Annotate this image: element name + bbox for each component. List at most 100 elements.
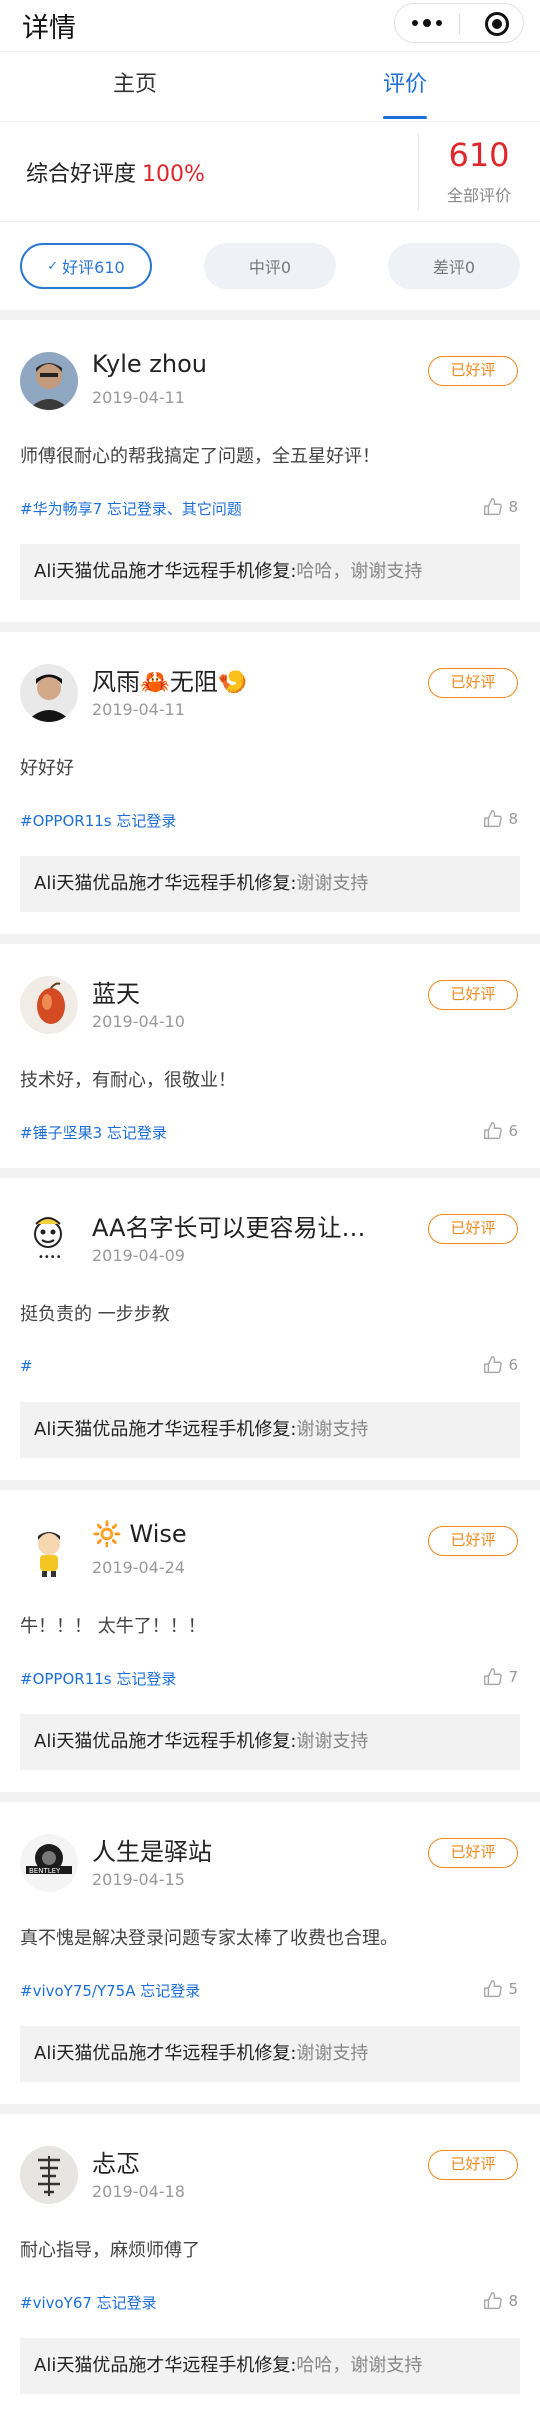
review-content: 技术好，有耐心，很敬业！ xyxy=(20,1070,236,1091)
filter-neutral[interactable]: 中评0 xyxy=(204,243,336,289)
filter-negative[interactable]: 差评0 xyxy=(388,243,520,289)
like-button[interactable]: 8 xyxy=(482,808,518,830)
merchant-reply: Ali天猫优品施才华远程手机修复:谢谢支持 xyxy=(20,2026,520,2082)
thumbs-up-icon xyxy=(484,1668,503,1686)
like-button[interactable]: 5 xyxy=(482,1978,518,2000)
like-count: 7 xyxy=(508,1668,518,1686)
review-date: 2019-04-18 xyxy=(92,2182,185,2201)
svg-text:••••: •••• xyxy=(38,1252,62,1263)
thumbs-up-icon xyxy=(484,1356,503,1374)
review-content: 牛！！！ 太牛了！！！ xyxy=(20,1616,206,1637)
reviewer-name: 风雨🦀无阻🍤 xyxy=(92,668,248,696)
review-meta: #OPPOR11s 忘记登录 7 xyxy=(20,1668,520,1692)
review-content: 好好好 xyxy=(20,758,74,779)
service-tag[interactable]: #vivoY75/Y75A 忘记登录 xyxy=(20,1982,200,2000)
reply-text: 哈哈，谢谢支持 xyxy=(296,561,423,582)
rating-label: 综合好评度 100% xyxy=(26,156,205,188)
review-date: 2019-04-15 xyxy=(92,1870,185,1889)
rating-percent: 100% xyxy=(142,162,205,187)
reviewer-name: 🔆 Wise xyxy=(92,1520,187,1548)
status-badge: 已好评 xyxy=(428,1838,518,1868)
review-card: Kyle zhou 2019-04-11 已好评 师傅很耐心的帮我搞定了问题，全… xyxy=(0,320,540,622)
reviewer-name: 人生是驿站 xyxy=(92,1838,212,1866)
close-icon[interactable] xyxy=(485,12,509,36)
reviewer-name: 忐忑 xyxy=(92,2150,140,2178)
thumbs-up-icon xyxy=(484,2292,503,2310)
review-content: 耐心指导，麻烦师傅了 xyxy=(20,2240,200,2261)
status-badge: 已好评 xyxy=(428,356,518,386)
review-filters: ✓ 好评610 中评0 差评0 xyxy=(0,222,540,310)
service-tag[interactable]: #锤子坚果3 忘记登录 xyxy=(20,1124,167,1142)
avatar xyxy=(20,352,78,410)
review-card: 🔆 Wise 2019-04-24 已好评 牛！！！ 太牛了！！！ #OPPOR… xyxy=(0,1490,540,1792)
page-title: 详情 xyxy=(22,13,76,44)
like-button[interactable]: 7 xyxy=(482,1666,518,1688)
review-content: 真不愧是解决登录问题专家太棒了收费也合理。 xyxy=(20,1928,398,1949)
review-meta: #vivoY75/Y75A 忘记登录 5 xyxy=(20,1980,520,2004)
like-count: 8 xyxy=(508,498,518,516)
filter-negative-label: 差评0 xyxy=(432,258,476,277)
merchant-reply: Ali天猫优品施才华远程手机修复:谢谢支持 xyxy=(20,856,520,912)
review-card: 忐忑 2019-04-18 已好评 耐心指导，麻烦师傅了 #vivoY67 忘记… xyxy=(0,2114,540,2416)
check-icon: ✓ xyxy=(47,258,59,274)
review-meta: #OPPOR11s 忘记登录 8 xyxy=(20,810,520,834)
avatar xyxy=(20,2146,78,2204)
service-tag[interactable]: # xyxy=(20,1357,33,1375)
avatar: •••• xyxy=(20,1210,78,1268)
review-content: 师傅很耐心的帮我搞定了问题，全五星好评！ xyxy=(20,446,380,467)
thumbs-up-icon xyxy=(484,1980,503,1998)
like-count: 6 xyxy=(508,1122,518,1140)
nav-bar: 详情 xyxy=(0,0,540,52)
reply-text: 谢谢支持 xyxy=(296,2043,369,2064)
tab-reviews[interactable]: 评价 xyxy=(270,52,540,121)
reviewer-name: 蓝天 xyxy=(92,980,140,1008)
like-button[interactable]: 6 xyxy=(482,1120,518,1142)
like-count: 6 xyxy=(508,1356,518,1374)
review-date: 2019-04-11 xyxy=(92,700,185,719)
review-meta: #锤子坚果3 忘记登录 6 xyxy=(20,1122,520,1146)
review-date: 2019-04-09 xyxy=(92,1246,185,1265)
rating-label-text: 综合好评度 xyxy=(26,162,137,187)
filter-positive[interactable]: ✓ 好评610 xyxy=(20,243,152,289)
reply-author: Ali天猫优品施才华远程手机修复: xyxy=(34,2355,297,2376)
service-tag[interactable]: #OPPOR11s 忘记登录 xyxy=(20,1670,176,1688)
reply-author: Ali天猫优品施才华远程手机修复: xyxy=(34,561,297,582)
thumbs-up-icon xyxy=(484,1122,503,1140)
mini-program-capsule xyxy=(394,3,524,43)
status-badge: 已好评 xyxy=(428,2150,518,2180)
like-count: 8 xyxy=(508,2292,518,2310)
status-badge: 已好评 xyxy=(428,668,518,698)
like-count: 5 xyxy=(508,1980,518,1998)
svg-text:BENTLEY: BENTLEY xyxy=(29,1867,61,1875)
review-card: BENTLEY 人生是驿站 2019-04-15 已好评 真不愧是解决登录问题专… xyxy=(0,1802,540,2104)
merchant-reply: Ali天猫优品施才华远程手机修复:谢谢支持 xyxy=(20,1714,520,1770)
like-button[interactable]: 8 xyxy=(482,2290,518,2312)
status-badge: 已好评 xyxy=(428,980,518,1010)
like-count: 8 xyxy=(508,810,518,828)
rating-summary: 综合好评度 100% 610 全部评价 xyxy=(0,122,540,222)
more-menu-icon[interactable] xyxy=(395,4,459,42)
review-date: 2019-04-24 xyxy=(92,1558,185,1577)
service-tag[interactable]: #vivoY67 忘记登录 xyxy=(20,2294,157,2312)
service-tag[interactable]: #OPPOR11s 忘记登录 xyxy=(20,812,176,830)
reply-author: Ali天猫优品施才华远程手机修复: xyxy=(34,2043,297,2064)
service-tag[interactable]: #华为畅享7 忘记登录、其它问题 xyxy=(20,500,242,518)
reply-text: 谢谢支持 xyxy=(296,1419,369,1440)
reviewer-name: AA名字长可以更容易让朋… xyxy=(92,1214,382,1242)
avatar xyxy=(20,976,78,1034)
reply-text: 谢谢支持 xyxy=(296,1731,369,1752)
reply-author: Ali天猫优品施才华远程手机修复: xyxy=(34,1731,297,1752)
review-content: 挺负责的 一步步教 xyxy=(20,1304,170,1325)
review-date: 2019-04-11 xyxy=(92,388,185,407)
filter-neutral-label: 中评0 xyxy=(248,258,292,277)
thumbs-up-icon xyxy=(484,498,503,516)
tab-home[interactable]: 主页 xyxy=(0,52,270,121)
reviewer-name: Kyle zhou xyxy=(92,350,207,378)
avatar xyxy=(20,664,78,722)
review-meta: #vivoY67 忘记登录 8 xyxy=(20,2292,520,2316)
merchant-reply: Ali天猫优品施才华远程手机修复:谢谢支持 xyxy=(20,1402,520,1458)
like-button[interactable]: 6 xyxy=(482,1354,518,1376)
review-meta: # 6 xyxy=(20,1356,520,1380)
like-button[interactable]: 8 xyxy=(482,496,518,518)
tab-bar: 主页 评价 xyxy=(0,52,540,122)
